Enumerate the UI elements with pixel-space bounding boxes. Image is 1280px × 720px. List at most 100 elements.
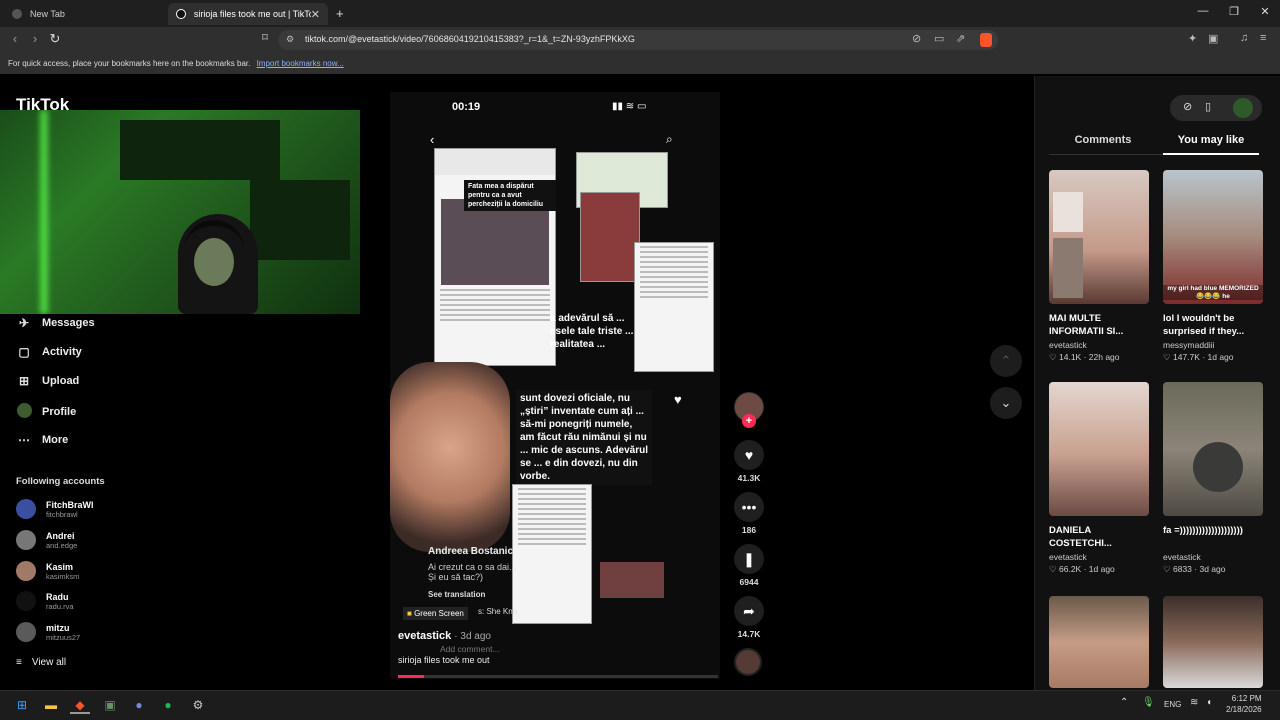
app-icon[interactable]: ▣ (100, 696, 120, 714)
clock-date: 2/18/2026 (1226, 705, 1262, 714)
message-icon: ✈ (18, 316, 30, 330)
volume-icon[interactable]: ◖ (1206, 697, 1212, 708)
wifi-icon[interactable]: ≋ (1190, 697, 1198, 708)
video-thumbnail[interactable] (1163, 382, 1263, 516)
recommended-age: 1d ago (1207, 352, 1234, 362)
tab-new-tab[interactable]: New Tab (4, 3, 166, 25)
nav-profile[interactable]: Profile (16, 403, 76, 421)
new-tab-button[interactable]: + (336, 6, 344, 21)
reload-icon[interactable]: ↻ (46, 31, 64, 47)
following-account[interactable]: mitzu mitzuus27 (16, 622, 80, 642)
see-translation: See translation (428, 590, 486, 599)
more-icon: ⋯ (18, 433, 30, 447)
phone-icon[interactable]: ▯ (1205, 100, 1211, 113)
cast-icon[interactable]: ▭ (934, 32, 944, 45)
shield-icon (12, 9, 22, 19)
recommended-video[interactable] (1049, 596, 1149, 688)
language-indicator[interactable]: ENG (1164, 700, 1181, 709)
brave-browser-icon[interactable]: ◆ (70, 696, 90, 714)
following-account[interactable]: Radu radu.rva (16, 591, 74, 611)
nav-label: Messages (42, 317, 95, 329)
following-account[interactable]: Kasim kasimksm (16, 561, 79, 581)
following-account[interactable]: FitchBraWl fitchbrawl (16, 499, 94, 519)
tab-you-may-like[interactable]: You may like (1158, 134, 1264, 146)
tab-comments[interactable]: Comments (1050, 134, 1156, 146)
video-progress-bar[interactable] (398, 675, 718, 678)
media-icon[interactable]: ♫ (1240, 32, 1248, 44)
tab-label: sirioja files took me out | TikTok (193, 9, 311, 19)
previous-video-button[interactable]: ⌃ (990, 345, 1022, 377)
nav-messages[interactable]: ✈ Messages (16, 316, 95, 330)
video-thumbnail[interactable] (1049, 596, 1149, 688)
import-bookmarks-link[interactable]: Import bookmarks now... (257, 59, 344, 68)
bookmarks-hint: For quick access, place your bookmarks h… (8, 59, 251, 68)
account-handle: mitzuus27 (46, 632, 81, 642)
avatar (16, 591, 36, 611)
minimize-button[interactable]: — (1188, 5, 1218, 17)
share-icon[interactable]: ➦ (734, 596, 764, 626)
like-action[interactable]: ♥ 41.3K (733, 440, 765, 483)
inner-username: Andreea Bostanic (428, 546, 514, 557)
maximize-button[interactable]: ❐ (1219, 5, 1249, 18)
nav-more[interactable]: ⋯ More (16, 433, 68, 447)
heart-icon: ♡ (1049, 352, 1057, 362)
close-window-button[interactable]: ✕ (1250, 5, 1280, 18)
spotify-icon[interactable]: ● (158, 696, 178, 714)
compass-icon[interactable]: ⊘ (1183, 100, 1192, 113)
account-handle: radu.rva (46, 601, 74, 611)
inner-back-icon: ‹ (430, 132, 435, 147)
recommended-video[interactable]: DANIELA COSTETCHI... evetastick ♡ 66.2K … (1049, 382, 1149, 575)
follow-button[interactable]: + (742, 414, 756, 428)
discord-icon[interactable]: ● (129, 696, 149, 714)
reader-off-icon[interactable]: ⊘ (912, 32, 921, 45)
video-thumbnail[interactable] (1163, 596, 1263, 688)
forward-icon[interactable]: › (26, 31, 44, 46)
recommended-age: 22h ago (1088, 352, 1120, 362)
recommended-video[interactable]: my girl had blue MEMORIZED 😂😂😂 he lol I … (1163, 170, 1263, 363)
recommended-video[interactable]: fa =)))))))))))))))))))) evetastick ♡ 68… (1163, 382, 1263, 575)
view-all-link[interactable]: ≡ View all (16, 657, 66, 668)
close-tab-icon[interactable]: ✕ (311, 8, 320, 21)
back-icon[interactable]: ‹ (6, 31, 24, 46)
comment-icon[interactable]: ••• (734, 492, 764, 522)
video-thumbnail[interactable] (1049, 170, 1149, 304)
address-bar-row: ‹ › ↻ ⌑ ⚙ tiktok.com/@evetastick/video/7… (0, 27, 1280, 53)
share-action[interactable]: ➦ 14.7K (733, 596, 765, 639)
nav-activity[interactable]: ▢ Activity (16, 345, 81, 359)
bookmark-icon[interactable]: ❚ (734, 544, 764, 574)
menu-icon[interactable]: ≡ (1260, 32, 1266, 44)
heart-icon[interactable]: ♥ (734, 440, 764, 470)
comment-count: 186 (741, 525, 757, 535)
bookmark-icon[interactable]: ⌑ (256, 31, 274, 44)
green-screen-tag[interactable]: ■ Green Screen (403, 607, 468, 620)
settings-icon[interactable]: ⚙ (188, 696, 208, 714)
wallet-icon[interactable]: ▣ (1208, 32, 1218, 45)
next-video-button[interactable]: ⌄ (990, 387, 1022, 419)
following-account[interactable]: Andrei and.edge (16, 530, 77, 550)
microphone-icon[interactable]: 🎙 (1142, 697, 1155, 708)
nav-upload[interactable]: ⊞ Upload (16, 374, 79, 388)
save-action[interactable]: ❚ 6944 (733, 544, 765, 587)
video-thumbnail[interactable] (1049, 382, 1149, 516)
inner-like-icon: ♥ (674, 392, 682, 407)
video-thumbnail[interactable]: my girl had blue MEMORIZED 😂😂😂 he (1163, 170, 1263, 304)
windows-start-icon[interactable]: ⊞ (12, 696, 32, 714)
brave-shield-icon[interactable] (980, 33, 992, 47)
user-avatar[interactable] (1233, 98, 1253, 118)
recommended-video[interactable]: MAI MULTE INFORMATII SI... evetastick ♡ … (1049, 170, 1149, 363)
file-explorer-icon[interactable]: ▬ (41, 696, 61, 714)
recommended-likes: 6833 (1173, 564, 1192, 574)
tab-label: New Tab (30, 9, 65, 19)
share-icon[interactable]: ⇗ (956, 32, 965, 45)
extensions-icon[interactable]: ✦ (1188, 32, 1197, 45)
clock[interactable]: 6:12 PM 2/18/2026 (1226, 693, 1262, 715)
chevron-up-icon[interactable]: ⌃ (1120, 697, 1128, 708)
avatar (16, 530, 36, 550)
green-screen-label: Green Screen (414, 609, 464, 618)
site-info-icon[interactable]: ⚙ (286, 34, 294, 45)
music-disc-icon[interactable] (734, 648, 762, 676)
recommended-video[interactable] (1163, 596, 1263, 688)
tab-tiktok[interactable]: sirioja files took me out | TikTok ✕ (168, 3, 328, 25)
comment-action[interactable]: ••• 186 (733, 492, 765, 535)
tiktok-icon (176, 9, 186, 19)
